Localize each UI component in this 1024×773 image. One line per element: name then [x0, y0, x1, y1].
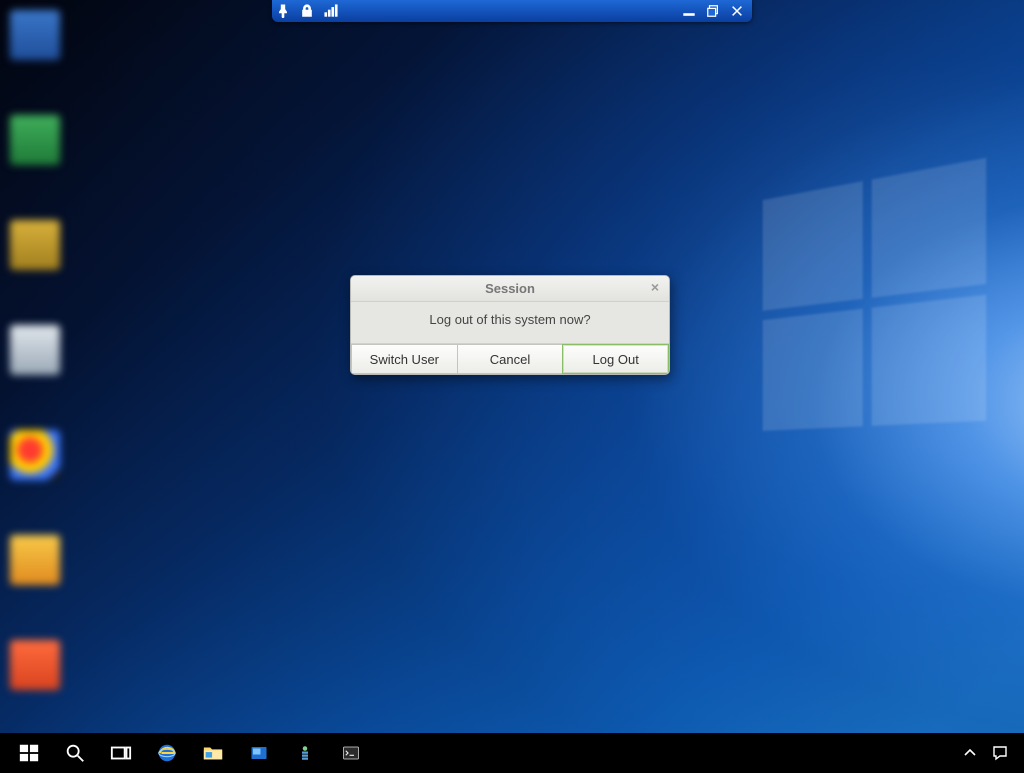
- desktop-icon[interactable]: [10, 115, 60, 165]
- dialog-close-icon[interactable]: ×: [647, 280, 663, 296]
- desktop-icon[interactable]: [10, 10, 60, 60]
- app-icon-server[interactable]: [282, 733, 328, 773]
- signal-icon: [322, 2, 340, 20]
- desktop-icons-column: [10, 10, 60, 690]
- desktop-icon[interactable]: [10, 535, 60, 585]
- tray-chevron-up-icon[interactable]: [960, 743, 980, 763]
- dialog-titlebar: Session ×: [351, 276, 669, 302]
- dialog-button-row: Switch User Cancel Log Out: [351, 343, 669, 374]
- remote-session-toolbar: [272, 0, 752, 22]
- logout-button[interactable]: Log Out: [562, 344, 669, 374]
- restore-icon[interactable]: [704, 2, 722, 20]
- taskbar: [0, 733, 1024, 773]
- desktop-icon[interactable]: [10, 220, 60, 270]
- lock-icon: [298, 2, 316, 20]
- windows-logo-graphic: [763, 157, 991, 434]
- desktop-icon[interactable]: [10, 640, 60, 690]
- app-icon-blue[interactable]: [236, 733, 282, 773]
- internet-explorer-icon[interactable]: [144, 733, 190, 773]
- cancel-button[interactable]: Cancel: [457, 344, 563, 374]
- minimize-icon[interactable]: [680, 2, 698, 20]
- file-explorer-icon[interactable]: [190, 733, 236, 773]
- desktop-icon[interactable]: [10, 325, 60, 375]
- desktop-icon[interactable]: [10, 430, 60, 480]
- switch-user-button[interactable]: Switch User: [351, 344, 457, 374]
- pin-icon[interactable]: [274, 2, 292, 20]
- search-button[interactable]: [52, 733, 98, 773]
- start-button[interactable]: [6, 733, 52, 773]
- session-dialog: Session × Log out of this system now? Sw…: [350, 275, 674, 389]
- close-icon[interactable]: [728, 2, 746, 20]
- terminal-icon[interactable]: [328, 733, 374, 773]
- task-view-button[interactable]: [98, 733, 144, 773]
- dialog-message: Log out of this system now?: [351, 302, 669, 343]
- dialog-title-text: Session: [485, 281, 535, 296]
- action-center-icon[interactable]: [990, 743, 1010, 763]
